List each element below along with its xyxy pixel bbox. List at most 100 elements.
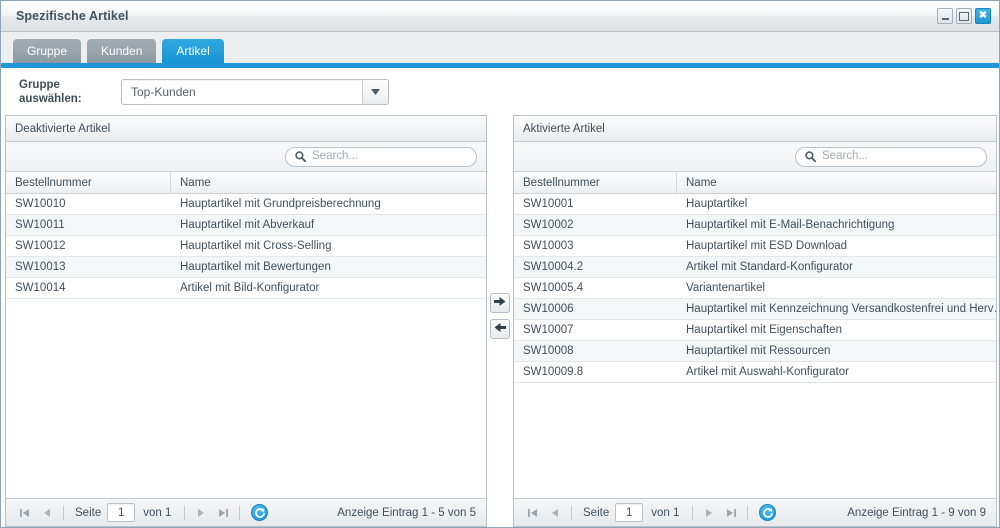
cell-name: Artikel mit Auswahl-Konfigurator xyxy=(686,366,849,378)
cell-name: Artikel mit Bild-Konfigurator xyxy=(180,282,320,294)
search-icon xyxy=(805,151,816,162)
right-pagination-bar: Seite 1 von 1 Anzeige Eintrag 1 - 9 von … xyxy=(514,498,996,526)
previous-page-button[interactable] xyxy=(544,503,566,523)
pager-divider xyxy=(184,505,186,520)
pager-divider xyxy=(747,505,749,520)
panels-container: Deaktivierte Artikel Search... Bestellnu… xyxy=(1,115,999,527)
transfer-buttons xyxy=(490,293,510,339)
left-grid-header: Bestellnummer Name xyxy=(6,172,486,194)
pager-divider xyxy=(239,505,241,520)
group-select-label-line2: auswählen: xyxy=(19,92,82,105)
cell-name: Hauptartikel mit Grundpreisberechnung xyxy=(180,198,381,210)
window-title: Spezifische Artikel xyxy=(16,9,129,23)
right-search-placeholder: Search... xyxy=(822,149,869,162)
table-row[interactable]: SW10006 Hauptartikel mit Kennzeichnung V… xyxy=(514,299,996,320)
table-row[interactable]: SW10005.4 Variantenartikel xyxy=(514,278,996,299)
tab-kunden[interactable]: Kunden xyxy=(87,39,157,63)
cell-bestellnummer: SW10002 xyxy=(523,219,574,231)
cell-name: Hauptartikel mit Abverkauf xyxy=(180,219,315,231)
group-selector-row: Gruppe auswählen: Top-Kunden xyxy=(1,68,999,115)
close-icon: ✖ xyxy=(978,10,988,21)
search-icon xyxy=(295,151,306,162)
refresh-icon[interactable] xyxy=(251,504,269,521)
right-page-input[interactable]: 1 xyxy=(615,503,644,522)
cell-bestellnummer: SW10001 xyxy=(523,198,574,210)
table-row[interactable]: SW10013 Hauptartikel mit Bewertungen xyxy=(6,257,486,278)
right-grid-header: Bestellnummer Name xyxy=(514,172,996,194)
table-row[interactable]: SW10002 Hauptartikel mit E-Mail-Benachri… xyxy=(514,215,996,236)
cell-bestellnummer: SW10008 xyxy=(523,345,574,357)
cell-bestellnummer: SW10009.8 xyxy=(523,366,584,378)
group-select-label-line1: Gruppe xyxy=(19,78,60,91)
activated-articles-panel: Aktivierte Artikel Search... Bestellnumm… xyxy=(513,115,997,527)
first-page-button[interactable] xyxy=(14,503,36,523)
last-page-button[interactable] xyxy=(720,503,742,523)
last-page-button[interactable] xyxy=(212,503,234,523)
close-button[interactable]: ✖ xyxy=(975,8,991,24)
left-page-input[interactable]: 1 xyxy=(107,503,136,522)
refresh-icon[interactable] xyxy=(759,504,777,521)
left-page-label: Seite xyxy=(75,506,102,519)
deactivated-articles-panel: Deaktivierte Artikel Search... Bestellnu… xyxy=(5,115,487,527)
pager-divider xyxy=(63,505,64,520)
left-column-bestellnummer[interactable]: Bestellnummer xyxy=(6,172,171,193)
cell-name: Hauptartikel xyxy=(686,198,748,210)
table-row[interactable]: SW10014 Artikel mit Bild-Konfigurator xyxy=(6,278,486,299)
table-row[interactable]: SW10011 Hauptartikel mit Abverkauf xyxy=(6,215,486,236)
cell-name: Hauptartikel mit Cross-Selling xyxy=(180,240,332,252)
minimize-button[interactable] xyxy=(937,8,953,24)
window-controls: ✖ xyxy=(937,8,995,24)
cell-name: Hauptartikel mit Kennzeichnung Versandko… xyxy=(686,303,996,315)
left-column-name[interactable]: Name xyxy=(171,172,486,193)
next-page-button[interactable] xyxy=(698,503,720,523)
cell-bestellnummer: SW10011 xyxy=(15,219,65,231)
chevron-down-icon[interactable] xyxy=(362,79,388,104)
next-page-button[interactable] xyxy=(190,503,212,523)
cell-bestellnummer: SW10014 xyxy=(15,282,66,294)
group-select-label: Gruppe auswählen: xyxy=(19,78,119,106)
table-row[interactable]: SW10003 Hauptartikel mit ESD Download xyxy=(514,236,996,257)
table-row[interactable]: SW10004.2 Artikel mit Standard-Konfigura… xyxy=(514,257,996,278)
left-panel-toolbar: Search... xyxy=(6,142,486,172)
first-page-button[interactable] xyxy=(522,503,544,523)
cell-name: Hauptartikel mit ESD Download xyxy=(686,240,848,252)
cell-bestellnummer: SW10012 xyxy=(15,240,66,252)
table-row[interactable]: SW10012 Hauptartikel mit Cross-Selling xyxy=(6,236,486,257)
table-row[interactable]: SW10008 Hauptartikel mit Ressourcen xyxy=(514,341,996,362)
title-bar: Spezifische Artikel ✖ xyxy=(1,1,999,32)
tab-gruppe[interactable]: Gruppe xyxy=(13,39,82,63)
right-column-bestellnummer[interactable]: Bestellnummer xyxy=(514,172,677,193)
table-row[interactable]: SW10009.8 Artikel mit Auswahl-Konfigurat… xyxy=(514,362,996,383)
move-to-left-button[interactable] xyxy=(490,319,510,339)
previous-page-button[interactable] xyxy=(36,503,58,523)
left-grid-body: SW10010 Hauptartikel mit Grundpreisberec… xyxy=(6,194,486,498)
dialog-window: Spezifische Artikel ✖ Gruppe Kunden Arti… xyxy=(0,0,1000,528)
tab-artikel[interactable]: Artikel xyxy=(162,39,224,63)
left-panel-title: Deaktivierte Artikel xyxy=(6,116,486,142)
table-row[interactable]: SW10001 Hauptartikel xyxy=(514,194,996,215)
table-row[interactable]: SW10007 Hauptartikel mit Eigenschaften xyxy=(514,320,996,341)
cell-name: Hauptartikel mit E-Mail-Benachrichtigung xyxy=(686,219,895,231)
right-grid-body: SW10001 Hauptartikel SW10002 Hauptartike… xyxy=(514,194,996,498)
maximize-button[interactable] xyxy=(956,8,972,24)
right-column-name[interactable]: Name xyxy=(677,172,996,193)
table-row[interactable]: SW10010 Hauptartikel mit Grundpreisberec… xyxy=(6,194,486,215)
arrow-left-icon xyxy=(494,320,506,338)
pager-divider xyxy=(692,505,694,520)
right-page-total: von 1 xyxy=(651,506,680,519)
left-search-input[interactable]: Search... xyxy=(285,146,477,167)
right-panel-toolbar: Search... xyxy=(514,142,996,172)
group-select-dropdown[interactable]: Top-Kunden xyxy=(121,78,389,105)
right-page-label: Seite xyxy=(583,506,610,519)
right-search-input[interactable]: Search... xyxy=(795,146,987,167)
cell-bestellnummer: SW10003 xyxy=(523,240,574,252)
left-pagination-status: Anzeige Eintrag 1 - 5 von 5 xyxy=(337,506,476,519)
move-to-right-button[interactable] xyxy=(490,293,510,313)
cell-bestellnummer: SW10004.2 xyxy=(523,261,584,273)
cell-name: Hauptartikel mit Eigenschaften xyxy=(686,324,842,336)
cell-bestellnummer: SW10010 xyxy=(15,198,66,210)
left-pagination-bar: Seite 1 von 1 Anzeige Eintrag 1 - 5 von … xyxy=(6,498,486,526)
right-pagination-status: Anzeige Eintrag 1 - 9 von 9 xyxy=(847,506,986,519)
cell-name: Hauptartikel mit Ressourcen xyxy=(686,345,831,357)
group-select-value: Top-Kunden xyxy=(131,84,196,99)
